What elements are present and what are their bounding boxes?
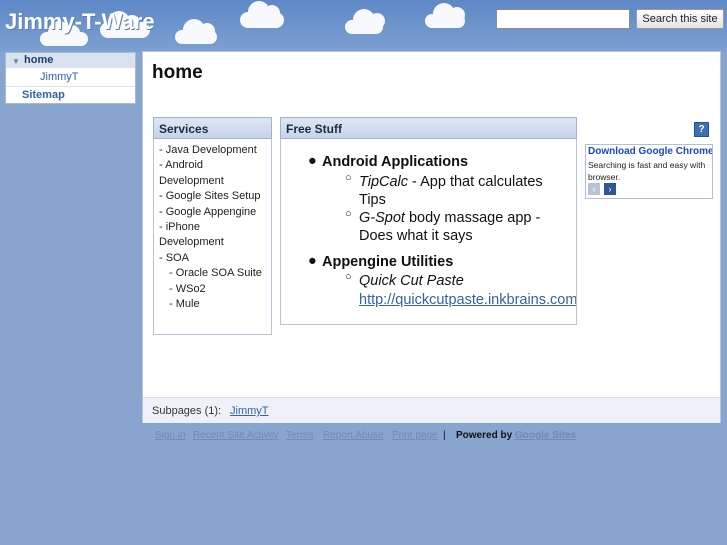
footer-separator: | [443,430,446,441]
app-name: TipCalc [359,174,409,190]
services-list: - Java Development - Android Development… [153,139,272,335]
google-sites-link[interactable]: Google Sites [515,430,576,441]
list-item: ○ Quick Cut Paste [345,271,464,289]
page-title: home [152,62,203,83]
list-item-continuation: Does what it says [359,228,473,244]
site-title[interactable]: Jimmy-T-Ware [5,9,155,35]
sidebar-item-jimmyt[interactable]: JimmyT [6,68,135,87]
app-description: body massage app - [404,210,541,226]
app-description: - App that calculates [408,174,543,190]
subpages-label: Subpages (1): [152,405,222,417]
sidebar-item-label[interactable]: home [24,54,53,66]
bullet-icon: ● [308,253,317,269]
list-item: - Android [159,159,204,172]
bullet-icon: ● [308,153,317,169]
list-item: ○ G-Spot body massage app - [345,208,541,226]
circle-bullet-icon: ○ [345,271,352,283]
list-item: - Google Sites Setup [159,190,261,203]
quickcutpaste-link[interactable]: http://quickcutpaste.inkbrains.com [359,292,576,308]
subpage-link-jimmyt[interactable]: JimmyT [230,405,269,417]
cloud-decoration [425,3,465,28]
free-stuff-header: Free Stuff [280,117,577,139]
services-header: Services [153,117,272,139]
recent-activity-link[interactable]: Recent Site Activity [193,430,279,441]
list-item: Development [159,236,224,249]
sign-in-link[interactable]: Sign in [155,430,186,441]
expand-triangle-icon[interactable]: ▼ [12,57,20,66]
search-button[interactable]: Search this site [636,9,724,29]
list-item: - Mule [169,298,200,311]
ad-gadget: Download Google Chrome Searching is fast… [585,144,713,199]
chevron-left-icon[interactable]: ‹ [588,183,600,195]
list-item: ● Appengine Utilities [308,253,454,270]
list-item: - Oracle SOA Suite [169,267,262,280]
list-item: - Google Appengine [159,205,257,218]
list-item: - iPhone [159,221,200,234]
sidebar-item-sitemap[interactable]: Sitemap [6,87,135,103]
chevron-right-icon[interactable]: › [604,183,616,195]
sidebar-item-home[interactable]: ▼ home [6,53,135,68]
print-page-link[interactable]: Print page [392,430,438,441]
terms-link[interactable]: Terms [286,430,313,441]
circle-bullet-icon: ○ [345,208,352,220]
list-item-continuation: Tips [359,192,386,208]
report-abuse-link[interactable]: Report Abuse [323,430,384,441]
app-name: G-Spot [359,210,405,226]
ad-text: Searching is fast and easy with browser. [588,160,706,182]
section-title: Appengine Utilities [322,254,454,270]
sidebar-nav: ▼ home JimmyT Sitemap [5,52,136,104]
ad-title-link[interactable]: Download Google Chrome [588,146,712,157]
list-item: Development [159,174,224,187]
app-name: Quick Cut Paste [359,273,464,289]
list-item: ○ TipCalc - App that calculates [345,172,543,190]
cloud-decoration [175,19,217,44]
help-icon[interactable]: ? [694,122,709,137]
section-title: Android Applications [322,154,469,170]
sidebar-item-label[interactable]: JimmyT [40,71,79,83]
list-item: ● Android Applications [308,153,469,170]
free-stuff-content: ● Android Applications ○ TipCalc - App t… [280,139,577,325]
list-item: - SOA [159,251,189,264]
main-content: home Services - Java Development - Andro… [142,51,721,423]
list-item: - Java Development [159,144,257,156]
sidebar-item-label[interactable]: Sitemap [22,89,65,101]
circle-bullet-icon: ○ [345,172,352,184]
powered-by-label: Powered by [456,430,513,441]
cloud-decoration [345,9,385,34]
cloud-decoration [240,1,284,28]
list-item: - WSo2 [169,282,206,295]
search-input[interactable] [496,9,630,29]
subpages-bar: Subpages (1): JimmyT [143,397,720,423]
